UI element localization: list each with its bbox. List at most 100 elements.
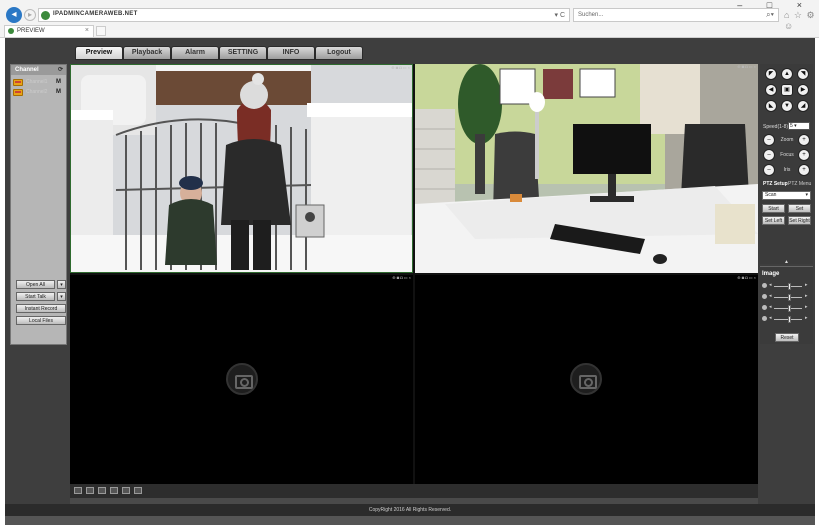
iris-close-button[interactable]: – xyxy=(763,164,775,176)
fullscreen-icon[interactable] xyxy=(122,487,130,494)
camera-feed-office-desk xyxy=(415,64,758,273)
saturation-slider[interactable]: ◂ ▸ xyxy=(762,304,811,312)
app-window: Preview Playback Alarm SETTING INFO Logo… xyxy=(5,38,815,516)
slider-right-arrow[interactable]: ▸ xyxy=(805,293,808,299)
refresh-icon[interactable]: ⟳ xyxy=(58,65,63,75)
slider-thumb[interactable] xyxy=(787,316,791,323)
ptz-tabs: PTZ Setup PTZ Menu xyxy=(760,179,813,188)
local-files-button[interactable]: Local Files xyxy=(16,316,66,325)
layout-2x2-icon[interactable] xyxy=(86,487,94,494)
forward-button[interactable]: ▸ xyxy=(24,9,36,21)
tab-setting[interactable]: SETTING xyxy=(219,46,267,60)
video-cell-2[interactable]: ⊕ ◙ ◘ ▭ × xyxy=(415,64,758,273)
search-icon[interactable]: ⌕▾ xyxy=(766,10,774,20)
close-icon[interactable]: × xyxy=(85,27,89,34)
window-controls[interactable]: – □ × xyxy=(737,0,813,10)
reset-button[interactable]: Reset xyxy=(775,333,799,342)
contrast-slider[interactable]: ◂ ▸ xyxy=(762,293,811,301)
tab-playback[interactable]: Playback xyxy=(123,46,171,60)
start-button[interactable]: Start xyxy=(762,204,785,213)
slider-right-arrow[interactable]: ▸ xyxy=(805,315,808,321)
video-cell-3[interactable]: ⊕ ◙ ◘ ▭ × xyxy=(70,275,413,484)
speed-label: Speed(1-8) xyxy=(763,124,789,130)
cell-toolbar[interactable]: ⊕ ◙ ◘ ▭ × xyxy=(728,275,758,280)
channel-item[interactable]: Channel1 M xyxy=(13,78,65,87)
cell-toolbar[interactable]: ⊕ ◙ ◘ ▭ × xyxy=(383,275,413,280)
channel-stream-badge[interactable]: M xyxy=(56,79,61,85)
ptz-center-button[interactable]: ▣ xyxy=(781,84,793,96)
speed-select[interactable]: 5 ▾ xyxy=(788,122,810,130)
collapse-icon[interactable]: ▲ xyxy=(784,259,790,265)
browser-tab[interactable]: PREVIEW × xyxy=(4,25,94,37)
start-talk-dropdown[interactable]: ▾ xyxy=(57,292,66,301)
set-button[interactable]: Set xyxy=(788,204,811,213)
zoom-in-button[interactable]: + xyxy=(798,134,810,146)
brightness-icon xyxy=(762,283,767,288)
tab-preview[interactable]: Preview xyxy=(75,46,123,60)
cell-toolbar[interactable]: ⊕ ◙ ◘ ▭ × xyxy=(728,64,758,69)
open-all-dropdown[interactable]: ▾ xyxy=(57,280,66,289)
tab-alarm[interactable]: Alarm xyxy=(171,46,219,60)
open-all-button[interactable]: Open All xyxy=(16,280,55,289)
cell-toolbar[interactable]: ⊕ ◙ ◘ ▭ × xyxy=(382,65,412,70)
slider-left-arrow[interactable]: ◂ xyxy=(769,315,772,321)
iris-open-button[interactable]: + xyxy=(798,164,810,176)
channel-name: Channel1 xyxy=(26,79,48,85)
tab-logout[interactable]: Logout xyxy=(315,46,363,60)
back-button[interactable]: ◂ xyxy=(6,7,22,23)
ptz-down-left-button[interactable]: ◣ xyxy=(765,100,777,112)
browser-chrome: ◂ ▸ IPADMINCAMERAWEB.NET ▾ C Suchen... ⌕… xyxy=(0,0,819,38)
slider-thumb[interactable] xyxy=(787,283,791,290)
slider-left-arrow[interactable]: ◂ xyxy=(769,282,772,288)
start-talk-button[interactable]: Start Talk xyxy=(16,292,55,301)
set-left-button[interactable]: Set Left xyxy=(762,216,785,225)
tab-label: PREVIEW xyxy=(17,28,45,34)
channel-stream-badge[interactable]: M xyxy=(56,89,61,95)
ptz-up-right-button[interactable]: ◥ xyxy=(797,68,809,80)
snapshot-icon[interactable] xyxy=(134,487,142,494)
address-bar[interactable]: IPADMINCAMERAWEB.NET ▾ C xyxy=(38,8,570,22)
slider-left-arrow[interactable]: ◂ xyxy=(769,293,772,299)
new-tab-button[interactable] xyxy=(96,26,106,36)
tab-ptz-menu[interactable]: PTZ Menu xyxy=(788,181,811,187)
slider-thumb[interactable] xyxy=(787,294,791,301)
ptz-left-button[interactable]: ◀ xyxy=(765,84,777,96)
toolbar-icons[interactable]: ⌂ ☆ ⚙ ☺ xyxy=(784,10,819,31)
video-cell-4[interactable]: ⊕ ◙ ◘ ▭ × xyxy=(415,275,758,484)
search-box[interactable]: Suchen... ⌕▾ xyxy=(573,8,779,22)
video-cell-1[interactable]: ⊕ ◙ ◘ ▭ × xyxy=(70,64,413,273)
layout-3x3-icon[interactable] xyxy=(98,487,106,494)
channel-name: Channel2 xyxy=(26,89,48,95)
search-input[interactable]: Suchen... xyxy=(578,12,603,18)
hue-slider[interactable]: ◂ ▸ xyxy=(762,315,811,323)
layout-4x4-icon[interactable] xyxy=(110,487,118,494)
channel-header-label: Channel xyxy=(15,67,39,73)
focus-out-button[interactable]: – xyxy=(763,149,775,161)
ptz-up-button[interactable]: ▲ xyxy=(781,68,793,80)
slider-left-arrow[interactable]: ◂ xyxy=(769,304,772,310)
image-panel: Image ◂ ▸ ◂ ▸ ◂ ▸ ◂ ▸ Reset xyxy=(760,266,813,344)
ptz-down-button[interactable]: ▼ xyxy=(781,100,793,112)
layout-toolbar xyxy=(70,484,758,498)
ptz-mode-select[interactable]: Scan ▾ xyxy=(762,191,811,200)
set-right-button[interactable]: Set Right xyxy=(788,216,811,225)
saturation-icon xyxy=(762,305,767,310)
tab-image[interactable]: Image xyxy=(762,271,779,277)
channel-item[interactable]: Channel2 M xyxy=(13,88,65,97)
refresh-icon[interactable]: ▾ C xyxy=(554,11,565,19)
brightness-slider[interactable]: ◂ ▸ xyxy=(762,282,811,290)
ptz-down-right-button[interactable]: ◢ xyxy=(797,100,809,112)
focus-in-button[interactable]: + xyxy=(798,149,810,161)
slider-right-arrow[interactable]: ▸ xyxy=(805,282,808,288)
layout-1x1-icon[interactable] xyxy=(74,487,82,494)
instant-record-button[interactable]: Instant Record xyxy=(16,304,66,313)
contrast-icon xyxy=(762,294,767,299)
tab-ptz-setup[interactable]: PTZ Setup xyxy=(763,181,788,187)
ptz-up-left-button[interactable]: ◤ xyxy=(765,68,777,80)
iris-label: Iris xyxy=(783,167,791,173)
zoom-out-button[interactable]: – xyxy=(763,134,775,146)
slider-right-arrow[interactable]: ▸ xyxy=(805,304,808,310)
slider-thumb[interactable] xyxy=(787,305,791,312)
ptz-right-button[interactable]: ▶ xyxy=(797,84,809,96)
tab-info[interactable]: INFO xyxy=(267,46,315,60)
